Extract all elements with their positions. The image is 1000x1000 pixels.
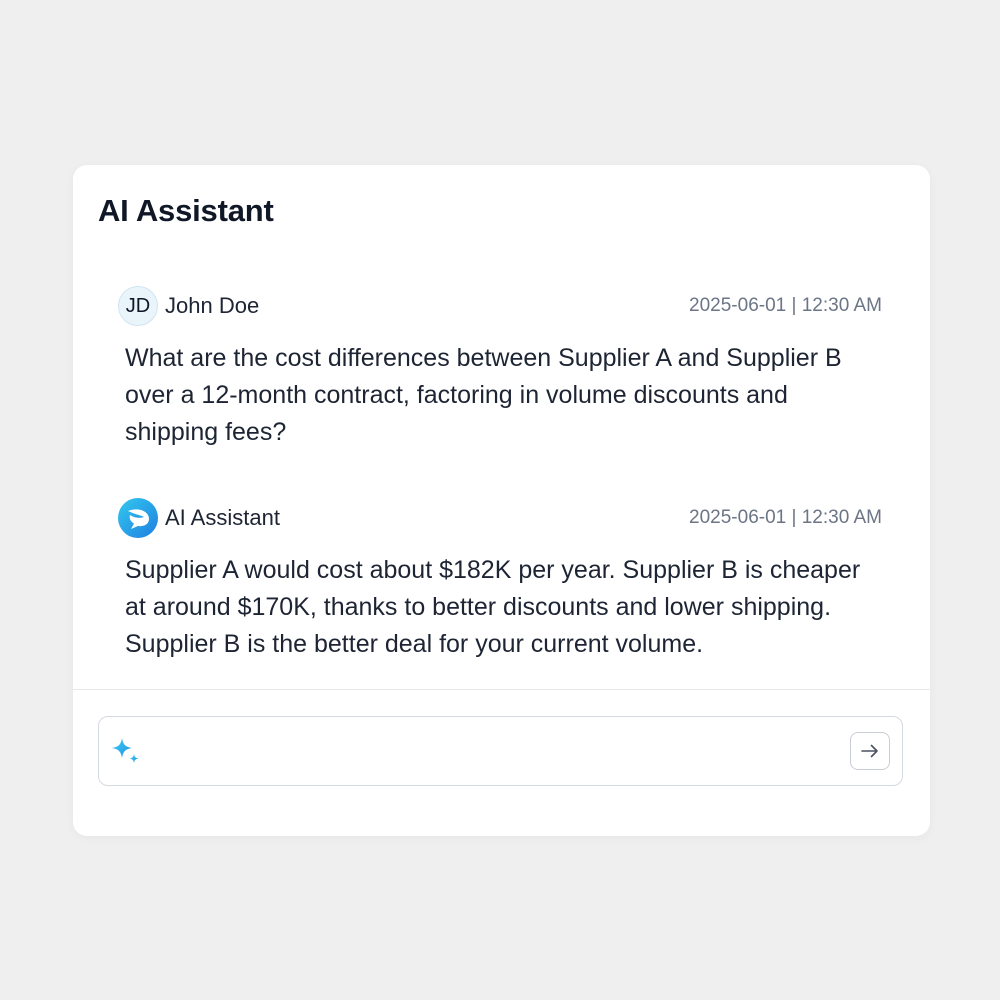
- arrow-right-icon: [859, 740, 881, 762]
- panel-title: AI Assistant: [98, 193, 274, 228]
- message-header: AI Assistant 2025-06-01 | 12:30 AM: [118, 498, 882, 538]
- message-composer: [98, 716, 903, 786]
- send-button[interactable]: [850, 732, 890, 770]
- message-header: JD John Doe 2025-06-01 | 12:30 AM: [118, 286, 882, 326]
- chat-message-assistant: AI Assistant 2025-06-01 | 12:30 AM Suppl…: [118, 498, 882, 663]
- assistant-logo-icon: [118, 498, 158, 538]
- message-text: Supplier A would cost about $182K per ye…: [125, 556, 861, 658]
- sender-name: AI Assistant: [165, 505, 280, 530]
- message-input[interactable]: [151, 727, 835, 775]
- sparkle-icon: [110, 736, 142, 768]
- composer-divider: [73, 689, 930, 690]
- sender-name: John Doe: [165, 293, 260, 318]
- chat-message-user: JD John Doe 2025-06-01 | 12:30 AM What a…: [118, 286, 882, 451]
- ai-assistant-panel: AI Assistant JD John Doe 2025-06-01 | 12…: [73, 165, 930, 836]
- message-timestamp: 2025-06-01 | 12:30 AM: [689, 295, 882, 316]
- message-text: What are the cost differences between Su…: [125, 344, 842, 446]
- user-avatar: JD: [118, 286, 158, 326]
- message-timestamp: 2025-06-01 | 12:30 AM: [689, 507, 882, 528]
